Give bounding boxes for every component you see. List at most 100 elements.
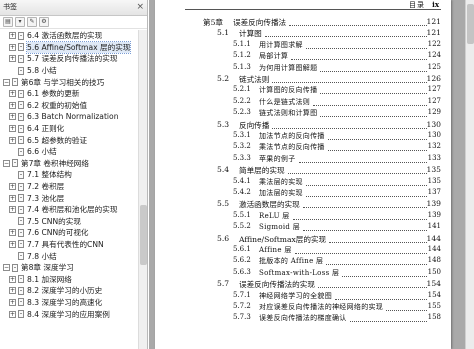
- bookmark-page-icon: [18, 136, 24, 145]
- bookmark-item[interactable]: +6.4 正则化: [0, 123, 137, 135]
- toc-title: 误差反向传播法的实现: [239, 280, 315, 290]
- collapse-icon[interactable]: −: [3, 78, 10, 86]
- expand-icon[interactable]: +: [9, 55, 16, 63]
- bookmarks-scrollbar[interactable]: [138, 30, 147, 349]
- expand-icon[interactable]: +: [9, 240, 16, 248]
- toc-sub-entry[interactable]: 5.1.1 用计算图求解 122: [155, 40, 451, 52]
- bookmark-item[interactable]: +8.1 加深网络: [0, 273, 137, 285]
- expand-icon[interactable]: +: [9, 90, 16, 98]
- toc-leader-dots: [326, 264, 427, 266]
- bookmark-item[interactable]: +8.2 深度学习的小历史: [0, 285, 137, 297]
- toc-page-number: 154: [426, 279, 442, 289]
- toc-sub-entry[interactable]: 5.6.3 Softmax-with-Loss 层 150: [155, 268, 451, 280]
- bookmark-item[interactable]: 6.6 小结: [0, 146, 137, 158]
- bookmark-item[interactable]: +5.7 误差反向传播法的实现: [0, 53, 137, 65]
- collapse-icon[interactable]: −: [3, 264, 10, 272]
- bookmark-item[interactable]: +6.1 参数的更新: [0, 88, 137, 100]
- bookmark-item[interactable]: +8.4 深度学习的应用案例: [0, 308, 137, 320]
- toc-section-entry[interactable]: 5.1 计算图 121: [155, 28, 451, 40]
- expand-icon[interactable]: +: [9, 275, 16, 283]
- toc-leader-dots: [288, 173, 427, 175]
- toc-sub-entry[interactable]: 5.3.3 苹果的例子 133: [155, 154, 451, 166]
- toc-sub-entry[interactable]: 5.7.2 对应误差反向传播法的神经网络的实现 155: [155, 302, 451, 314]
- bookmark-item[interactable]: 5.8 小结: [0, 65, 137, 77]
- toc-section-entry[interactable]: 5.6 Affine/Softmax层的实现 144: [155, 234, 451, 246]
- bookmark-item[interactable]: +6.4 激活函数层的实现: [0, 30, 137, 42]
- bookmark-item[interactable]: 7.5 CNN的实现: [0, 216, 137, 228]
- document-scrollbar[interactable]: [465, 0, 474, 349]
- toc-sub-entry[interactable]: 5.1.3 为何用计算图解题 125: [155, 63, 451, 75]
- toc-sub-entry[interactable]: 5.5.1 ReLU 层 139: [155, 211, 451, 223]
- toc-sub-entry[interactable]: 5.7.1 神经网络学习的全貌图 154: [155, 291, 451, 303]
- bookmark-label: 6.6 小结: [27, 147, 57, 157]
- toc-chapter-entry[interactable]: 第5章 误差反向传播法 121: [155, 17, 451, 29]
- toc-section-entry[interactable]: 5.7 误差反向传播法的实现 154: [155, 279, 451, 291]
- toc-sub-entry[interactable]: 5.2.1 计算图的反向传播 127: [155, 85, 451, 97]
- toc-sub-entry[interactable]: 5.5.2 Sigmoid 层 141: [155, 222, 451, 234]
- expand-icon[interactable]: +: [9, 43, 16, 51]
- toc-leader-dots: [386, 310, 427, 311]
- bookmark-item[interactable]: +6.2 权重的初始值: [0, 100, 137, 112]
- toc-number: 5.7.3: [233, 313, 251, 322]
- toc-sub-entry[interactable]: 5.6.1 Affine 层 144: [155, 245, 451, 257]
- expand-icon[interactable]: +: [9, 206, 16, 214]
- bookmark-item[interactable]: 7.8 小结: [0, 250, 137, 262]
- expand-icon[interactable]: +: [9, 32, 16, 40]
- expand-icon[interactable]: +: [9, 113, 16, 121]
- bookmark-item[interactable]: +7.6 CNN的可视化: [0, 227, 137, 239]
- toc-sub-entry[interactable]: 5.2.2 什么是链式法则 127: [155, 97, 451, 109]
- chevron-down-icon[interactable]: ▾: [15, 17, 25, 27]
- expand-icon[interactable]: +: [9, 229, 16, 237]
- toc-page-number: 141: [427, 222, 441, 231]
- bookmarks-panel-title: 书签: [3, 3, 17, 11]
- settings-icon[interactable]: ⚙: [39, 17, 49, 27]
- bookmark-item[interactable]: +5.6 Affine/Softmax 层的实现: [0, 40, 137, 54]
- toc-section-entry[interactable]: 5.3 反向传播 130: [155, 120, 451, 132]
- toc-section-entry[interactable]: 5.4 简单层的实现 135: [155, 165, 451, 177]
- bookmarks-scrollbar-thumb[interactable]: [140, 205, 147, 265]
- bookmark-item[interactable]: +6.5 超参数的验证: [0, 134, 137, 146]
- bookmark-options-icon[interactable]: ▤: [3, 17, 13, 27]
- expand-icon[interactable]: +: [9, 194, 16, 202]
- toc-sub-entry[interactable]: 5.4.1 乘法层的实现 135: [155, 177, 451, 189]
- expand-icon[interactable]: +: [9, 287, 16, 295]
- toc-section-entry[interactable]: 5.5 激活函数层的实现 139: [155, 199, 451, 211]
- bookmark-page-icon: [18, 240, 24, 249]
- expand-icon[interactable]: +: [9, 136, 16, 144]
- bookmark-item[interactable]: +7.4 卷积层和池化层的实现: [0, 204, 137, 216]
- toc-sub-entry[interactable]: 5.2.3 链式法则和计算图 129: [155, 108, 451, 120]
- expand-icon[interactable]: +: [9, 298, 16, 306]
- bookmark-item[interactable]: +7.3 池化层: [0, 192, 137, 204]
- toc-sub-entry[interactable]: 5.3.1 加法节点的反向传播 130: [155, 131, 451, 143]
- toc-page-number: 132: [427, 142, 441, 151]
- toc-number: 5.3.1: [233, 131, 251, 139]
- bookmark-item[interactable]: +6.3 Batch Normalization: [0, 111, 137, 123]
- expand-icon[interactable]: +: [9, 310, 16, 318]
- bookmark-chapter[interactable]: − 第7章 卷积神经网络: [0, 158, 137, 170]
- bookmark-chapter[interactable]: − 第8章 深度学习: [0, 262, 137, 274]
- toc-sub-entry[interactable]: 5.4.2 加法层的实现 137: [155, 188, 451, 200]
- document-scrollbar-thumb[interactable]: [467, 4, 474, 44]
- bookmark-item[interactable]: +7.2 卷积层: [0, 181, 137, 193]
- bookmark-chapter[interactable]: − 第6章 与学习相关的技巧: [0, 76, 137, 88]
- toc-sub-entry[interactable]: 5.6.2 批版本的 Affine 层 148: [155, 256, 451, 268]
- expand-icon[interactable]: +: [9, 125, 16, 133]
- toc-section-entry[interactable]: 5.2 链式法则 126: [155, 74, 451, 86]
- toc-sub-entry[interactable]: 5.7.3 误差反向传播法的梯度确认 158: [155, 313, 451, 325]
- bookmark-item[interactable]: +7.7 具有代表性的CNN: [0, 239, 137, 251]
- toc-page-number: 127: [427, 96, 441, 105]
- toc-sub-entry[interactable]: 5.3.2 乘法节点的反向传播 132: [155, 142, 451, 154]
- expand-icon[interactable]: +: [9, 183, 16, 191]
- toc-sub-entry[interactable]: 5.1.2 局部计算 124: [155, 51, 451, 63]
- toc-leader-dots: [295, 253, 427, 254]
- bookmark-item[interactable]: +8.3 深度学习的高速化: [0, 297, 137, 309]
- close-icon[interactable]: ×: [136, 1, 144, 13]
- expand-icon[interactable]: +: [9, 101, 16, 109]
- collapse-icon[interactable]: −: [3, 159, 10, 167]
- bookmark-item[interactable]: 7.1 整体结构: [0, 169, 137, 181]
- edit-bookmark-icon[interactable]: ✎: [27, 17, 37, 27]
- toc-title: 简单层的实现: [239, 166, 285, 176]
